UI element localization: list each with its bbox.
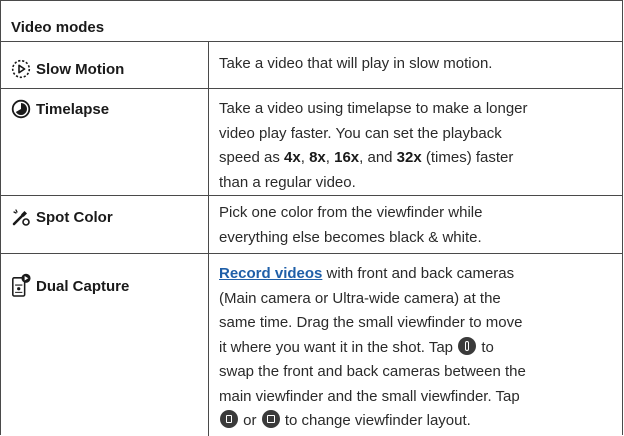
mode-dual-capture: Dual Capture bbox=[11, 271, 129, 301]
description-line: or to change viewfinder layout. bbox=[219, 409, 614, 434]
layout-split-icon bbox=[220, 410, 238, 428]
mode-description: Take a video using timelapse to make a l… bbox=[219, 97, 614, 195]
description-line: than a regular video. bbox=[219, 173, 356, 191]
speed-value: 8x bbox=[309, 149, 326, 166]
description-text: it where you want it in the shot. Tap bbox=[219, 338, 458, 356]
layout-pip-icon bbox=[261, 410, 280, 428]
table-divider bbox=[1, 41, 622, 42]
dual-capture-icon bbox=[11, 272, 31, 300]
speed-value: 16x bbox=[334, 149, 360, 166]
description-line: main viewfinder and the small viewfinder… bbox=[219, 387, 520, 405]
mode-spot-color: Spot Color bbox=[11, 205, 113, 229]
table-divider bbox=[1, 253, 622, 254]
slow-motion-icon bbox=[11, 59, 31, 79]
description-text: with front and back cameras bbox=[322, 265, 515, 282]
mode-name: Slow Motion bbox=[36, 60, 125, 78]
description-line: swap the front and back cameras between … bbox=[219, 363, 526, 380]
table-divider bbox=[1, 195, 622, 196]
description-line: Record videos with front and back camera… bbox=[219, 262, 614, 287]
swap-camera-icon bbox=[458, 336, 477, 355]
mode-name: Spot Color bbox=[36, 208, 113, 226]
table-header-title: Video modes bbox=[11, 19, 105, 36]
description-line: same time. Drag the small viewfinder to … bbox=[219, 314, 523, 331]
description-line: it where you want it in the shot. Tap to bbox=[219, 336, 614, 361]
description-text: , and bbox=[359, 149, 397, 166]
speed-value: 32x bbox=[396, 149, 422, 166]
description-line: Take a video using timelapse to make a l… bbox=[219, 100, 528, 117]
description-text: speed as bbox=[219, 149, 285, 166]
mode-slow-motion: Slow Motion bbox=[11, 57, 124, 81]
description-line: video play faster. You can set the playb… bbox=[219, 124, 502, 142]
description-text: to change viewfinder layout. bbox=[280, 412, 471, 429]
column-divider bbox=[208, 41, 209, 436]
table-divider bbox=[1, 88, 622, 89]
mode-description: Take a video that will play in slow moti… bbox=[219, 55, 493, 72]
description-line: everything else becomes black & white. bbox=[219, 228, 482, 246]
description-text: or bbox=[239, 412, 261, 429]
timelapse-icon bbox=[11, 99, 31, 119]
mode-timelapse: Timelapse bbox=[11, 97, 109, 121]
description-text: , bbox=[300, 149, 310, 166]
mode-description: Pick one color from the viewfinder while… bbox=[219, 201, 614, 250]
description-line: Pick one color from the viewfinder while bbox=[219, 204, 483, 221]
description-text: to bbox=[477, 338, 494, 356]
description-text: (times) faster bbox=[421, 149, 514, 166]
speed-value: 4x bbox=[284, 149, 301, 166]
spot-color-icon bbox=[11, 207, 31, 227]
description-line: speed as 4x, 8x, 16x, and 32x (times) fa… bbox=[219, 146, 614, 171]
mode-name: Timelapse bbox=[36, 100, 110, 118]
description-line: (Main camera or Ultra-wide camera) at th… bbox=[219, 289, 501, 307]
mode-name: Dual Capture bbox=[36, 277, 130, 295]
video-modes-table: Video modes Slow Motion Take a video tha… bbox=[0, 0, 623, 436]
record-videos-link[interactable]: Record videos bbox=[219, 265, 322, 282]
mode-description: Record videos with front and back camera… bbox=[219, 262, 614, 434]
description-text: , bbox=[325, 149, 335, 166]
